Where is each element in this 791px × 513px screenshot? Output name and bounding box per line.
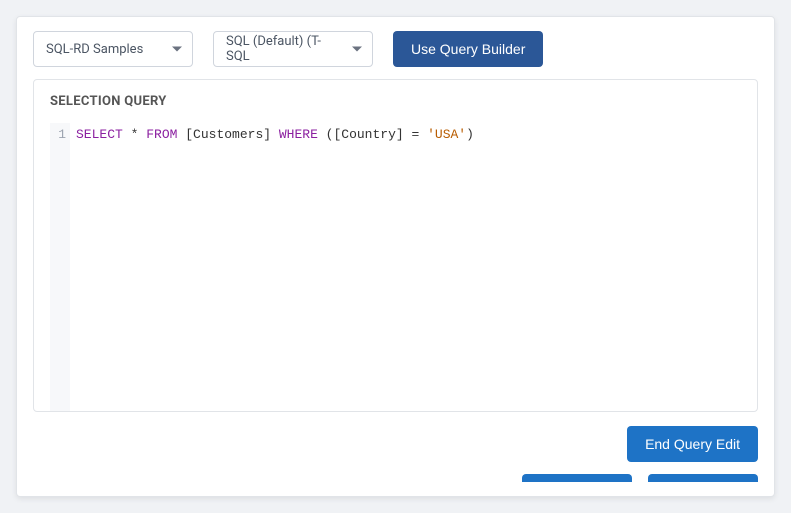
- line-number: 1: [58, 127, 66, 142]
- sql-token: *: [123, 127, 146, 142]
- code-editor[interactable]: 1 SELECT * FROM [Customers] WHERE ([Coun…: [50, 123, 741, 411]
- sql-keyword: FROM: [146, 127, 177, 142]
- sql-token: ): [466, 127, 474, 142]
- truncated-button[interactable]: [522, 474, 632, 482]
- code-line: SELECT * FROM [Customers] WHERE ([Countr…: [70, 123, 474, 411]
- line-gutter: 1: [50, 123, 70, 411]
- editor-footer: End Query Edit: [33, 426, 758, 462]
- bottom-buttons: [33, 474, 758, 482]
- editor-title: SELECTION QUERY: [50, 94, 741, 109]
- sql-token: [Customers]: [177, 127, 278, 142]
- sql-token: ([Country] =: [318, 127, 427, 142]
- connection-dropdown-label: SQL-RD Samples: [46, 42, 143, 57]
- end-query-edit-button[interactable]: End Query Edit: [627, 426, 758, 462]
- dialect-dropdown-label: SQL (Default) (T-SQL: [226, 34, 344, 64]
- use-query-builder-button[interactable]: Use Query Builder: [393, 31, 543, 67]
- toolbar: SQL-RD Samples SQL (Default) (T-SQL Use …: [33, 31, 758, 67]
- connection-dropdown[interactable]: SQL-RD Samples: [33, 31, 193, 67]
- truncated-button[interactable]: [648, 474, 758, 482]
- query-panel: SQL-RD Samples SQL (Default) (T-SQL Use …: [16, 16, 775, 497]
- dialect-dropdown[interactable]: SQL (Default) (T-SQL: [213, 31, 373, 67]
- chevron-down-icon: [352, 47, 362, 52]
- chevron-down-icon: [172, 47, 182, 52]
- editor-container: SELECTION QUERY 1 SELECT * FROM [Custome…: [33, 79, 758, 412]
- sql-string: 'USA': [427, 127, 466, 142]
- sql-keyword: WHERE: [279, 127, 318, 142]
- sql-keyword: SELECT: [76, 127, 123, 142]
